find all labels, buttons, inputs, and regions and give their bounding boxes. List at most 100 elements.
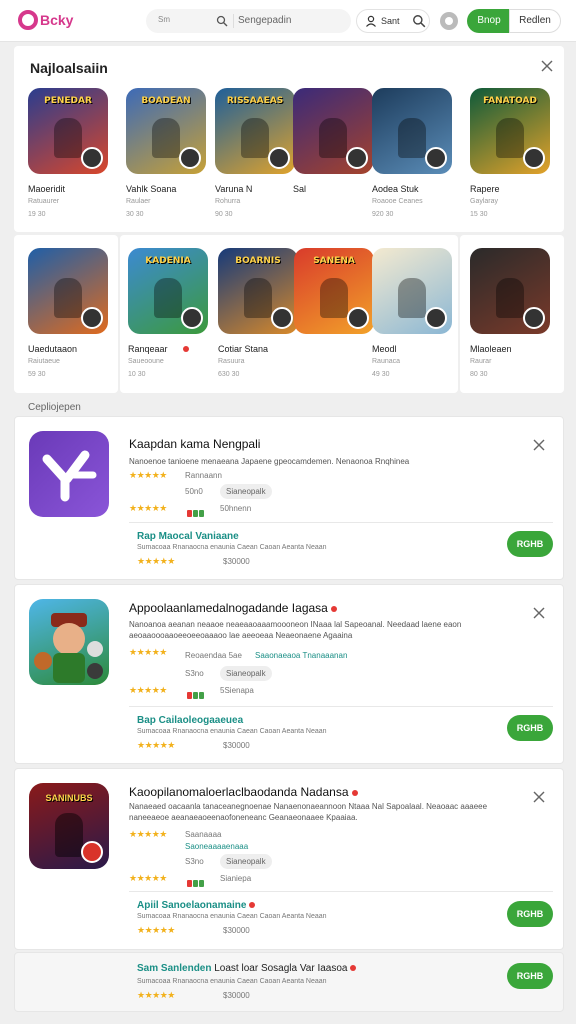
app-tile-art[interactable]: PENEDAR xyxy=(28,88,108,174)
app-listing-card[interactable]: Appoolaanlamedalnogadande Iagasa Nanoano… xyxy=(14,584,564,764)
app-tile-art[interactable]: SANENA xyxy=(294,248,374,334)
app-tile-name[interactable]: Aodea Stuk xyxy=(372,184,452,194)
related-app-title-text: Sam Sanlenden xyxy=(137,963,212,974)
character-figure xyxy=(496,278,524,318)
app-tile[interactable]: FANATOAD Rapere Gaylaray 15 30 xyxy=(470,88,550,218)
app-tile[interactable]: Meodl Raunaca 49 30 xyxy=(372,248,452,378)
related-app-title[interactable]: Sam Sanlenden Loast loar Sosagla Var Iaa… xyxy=(137,963,357,974)
app-tile-category: Rasuura xyxy=(218,358,245,365)
app-icon[interactable]: SANINUBS xyxy=(29,783,109,869)
app-tile-size: 80 30 xyxy=(470,371,488,378)
app-tile-name[interactable]: Uaedutaaon xyxy=(28,344,108,354)
account-button[interactable]: Sant xyxy=(356,9,430,33)
app-icon[interactable] xyxy=(29,599,109,685)
app-tile[interactable]: KADENIA Ranqeaar Saueooune 10 30 xyxy=(128,248,208,378)
rating-stars: ★★★★★ xyxy=(137,990,175,1000)
app-tile-category: Raurar xyxy=(470,358,492,365)
game-badge-icon xyxy=(523,307,545,329)
primary-header-button[interactable]: Bnop xyxy=(467,9,511,33)
install-button[interactable]: RGHB xyxy=(507,963,553,989)
related-app-title[interactable]: Apiil Sanoelaonamaine xyxy=(137,900,256,911)
app-size: $30000 xyxy=(223,991,250,1000)
install-button[interactable]: RGHB xyxy=(507,531,553,557)
related-app-desc: Sumacoaa Rnanaocna enaunia Caean Caoan A… xyxy=(137,978,327,985)
app-tile-name[interactable]: Vahlk Soana xyxy=(126,184,206,194)
app-tile-art[interactable]: BOARNIS xyxy=(218,248,298,334)
app-tile-art-title: FANATOAD xyxy=(483,96,537,106)
app-title[interactable]: Appoolaanlamedalnogadande Iagasa xyxy=(129,601,337,615)
app-tile-name[interactable]: Meodl xyxy=(372,344,452,354)
install-button[interactable]: RGHB xyxy=(507,901,553,927)
character-figure xyxy=(154,278,182,318)
game-badge-icon xyxy=(346,147,368,169)
app-tile[interactable]: RISSAAEAS Varuna N Rohurra 90 30 xyxy=(215,88,295,218)
app-tile[interactable]: Mlaoleaen Raurar 80 30 xyxy=(470,248,550,378)
app-tile[interactable]: PENEDAR Maoeridit Ratuaurer 19 30 xyxy=(28,88,108,218)
app-tile[interactable]: SANENA xyxy=(294,248,374,344)
app-tile-name[interactable]: Maoeridit xyxy=(28,184,108,194)
close-icon[interactable] xyxy=(533,791,545,803)
search-icon[interactable] xyxy=(412,14,426,28)
app-meta-link[interactable]: Saoneaaaaenaaa xyxy=(185,842,248,851)
platform-badges xyxy=(187,874,205,892)
section-label: Cepliojepen xyxy=(28,402,81,413)
close-icon[interactable] xyxy=(533,439,545,451)
related-app-title[interactable]: Rap Maocal Vaniaane xyxy=(137,531,239,542)
app-meta: 50n0 xyxy=(185,487,203,496)
related-app-title[interactable]: Bap Cailaoleogaaeuea xyxy=(137,715,243,726)
related-app-desc: Sumacoaa Rnanaocna enaunia Caean Caoan A… xyxy=(137,728,327,735)
app-tile[interactable]: BOARNIS Cotiar Stana Rasuura 630 30 xyxy=(218,248,298,378)
app-tile-art[interactable] xyxy=(470,248,550,334)
search-icon[interactable] xyxy=(216,15,228,27)
app-tile-name[interactable]: Rapere xyxy=(470,184,550,194)
app-tile-name[interactable]: Varuna N xyxy=(215,184,295,194)
app-icon[interactable] xyxy=(29,431,109,517)
app-tile[interactable]: Sal xyxy=(293,88,373,200)
character-figure xyxy=(152,118,180,158)
app-tile-name[interactable]: Cotiar Stana xyxy=(218,344,298,354)
new-badge-icon xyxy=(183,346,189,352)
app-tile-art[interactable]: BOADEAN xyxy=(126,88,206,174)
app-size: $30000 xyxy=(223,741,250,750)
app-meta-link[interactable]: Saaonaeaoa Tnanaaanan xyxy=(255,651,347,660)
app-title[interactable]: Kaapdan kama Nengpali xyxy=(129,437,260,451)
category-chip[interactable]: Sianeopalk xyxy=(220,484,272,499)
search-input[interactable]: Sengepadin xyxy=(238,15,291,26)
character-figure xyxy=(55,813,83,857)
secondary-header-button[interactable]: Redlen xyxy=(509,9,561,33)
logo-icon[interactable] xyxy=(18,10,38,30)
app-tile-art[interactable]: KADENIA xyxy=(128,248,208,334)
app-tile-category: Saueooune xyxy=(128,358,164,365)
app-tile[interactable]: BOADEAN Vahlk Soana Raulaer 30 30 xyxy=(126,88,206,218)
app-listing-card[interactable]: Kaapdan kama Nengpali Nanoenoe tanioene … xyxy=(14,416,564,580)
app-tile[interactable]: Uaedutaaon Raiutaeue 59 30 xyxy=(28,248,108,378)
app-tile[interactable]: Aodea Stuk Roaooe Ceanes 920 30 xyxy=(372,88,452,218)
app-listing-card[interactable]: SANINUBS Kaoopilanomaloerlaclbaodanda Na… xyxy=(14,768,564,950)
search-bar[interactable]: Sm Sengepadin xyxy=(146,9,351,33)
app-tile-art[interactable] xyxy=(28,248,108,334)
app-tile-name[interactable]: Mlaoleaen xyxy=(470,344,550,354)
rating-stars: ★★★★★ xyxy=(129,873,167,883)
character-figure xyxy=(496,118,524,158)
app-tile-name[interactable]: Sal xyxy=(293,184,373,194)
app-tile-art[interactable]: FANATOAD xyxy=(470,88,550,174)
close-icon[interactable] xyxy=(533,607,545,619)
app-tile-art[interactable]: RISSAAEAS xyxy=(215,88,295,174)
app-meta: S3no xyxy=(185,857,204,866)
app-tile-art[interactable] xyxy=(293,88,373,174)
app-tile-size: 59 30 xyxy=(28,371,46,378)
app-tile-art[interactable] xyxy=(372,88,452,174)
category-chip[interactable]: Sianeopalk xyxy=(220,666,272,681)
category-chip[interactable]: Sianeopalk xyxy=(220,854,272,869)
character-figure xyxy=(241,118,269,158)
app-title[interactable]: Kaoopilanomaloerlaclbaodanda Nadansa xyxy=(129,785,358,799)
settings-gear-icon[interactable] xyxy=(440,12,458,30)
close-icon[interactable] xyxy=(541,60,553,72)
app-meta: Reoaendaa 5ae xyxy=(185,651,242,660)
logo-text[interactable]: Bcky xyxy=(40,12,73,28)
rating-stars: ★★★★★ xyxy=(129,503,167,513)
app-tile-art[interactable] xyxy=(372,248,452,334)
app-tile-name[interactable]: Ranqeaar xyxy=(128,344,208,354)
related-app-row[interactable]: Sam Sanlenden Loast loar Sosagla Var Iaa… xyxy=(14,952,564,1012)
install-button[interactable]: RGHB xyxy=(507,715,553,741)
